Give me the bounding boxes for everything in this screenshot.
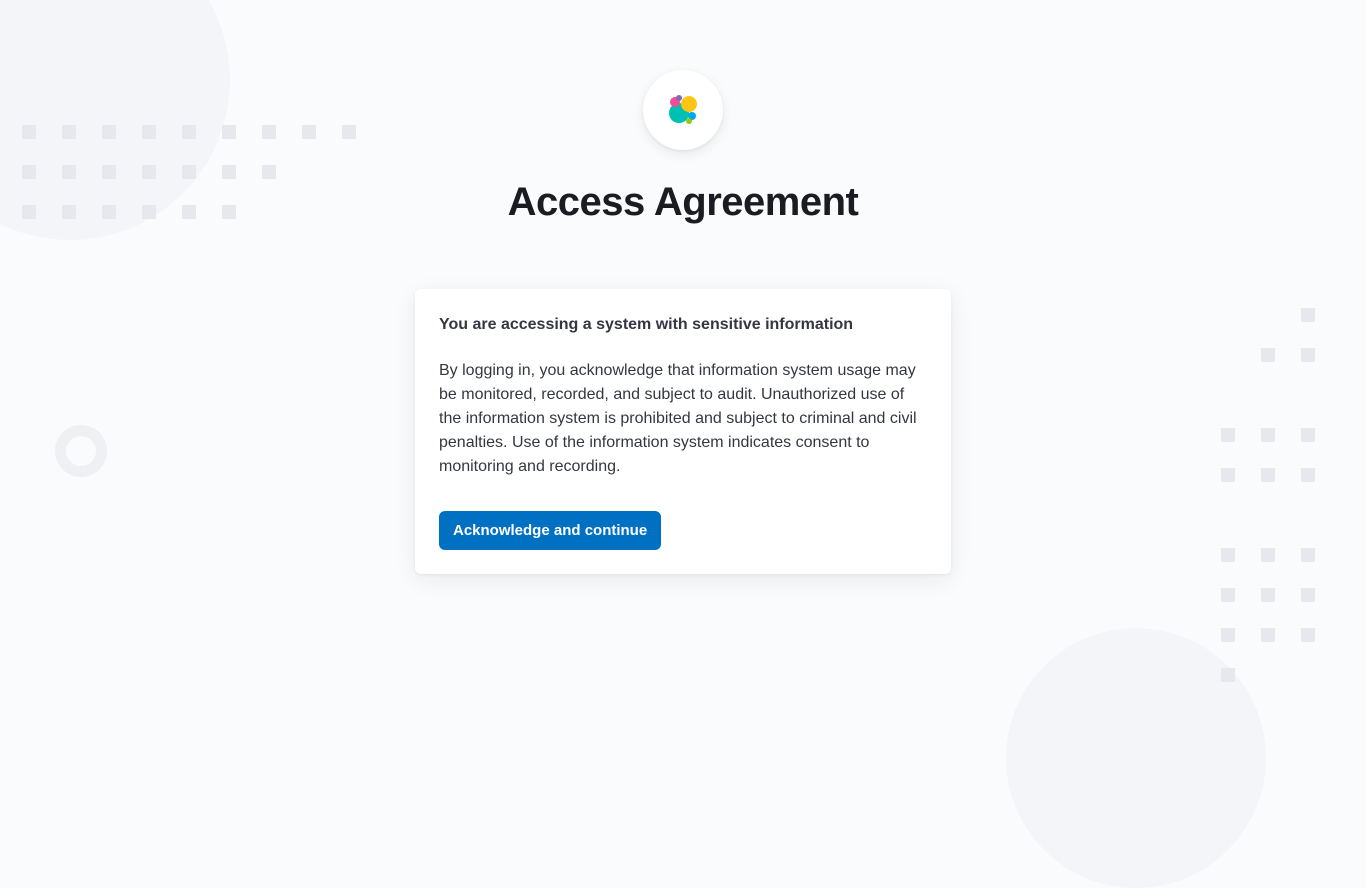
elastic-logo-icon xyxy=(663,90,703,130)
main-content: Access Agreement You are accessing a sys… xyxy=(0,0,1366,574)
acknowledge-button[interactable]: Acknowledge and continue xyxy=(439,511,661,550)
agreement-body-text: By logging in, you acknowledge that info… xyxy=(439,359,927,479)
logo-container xyxy=(643,70,723,150)
agreement-heading: You are accessing a system with sensitiv… xyxy=(439,313,927,337)
agreement-card: You are accessing a system with sensitiv… xyxy=(415,289,951,574)
page-title: Access Agreement xyxy=(508,180,859,225)
